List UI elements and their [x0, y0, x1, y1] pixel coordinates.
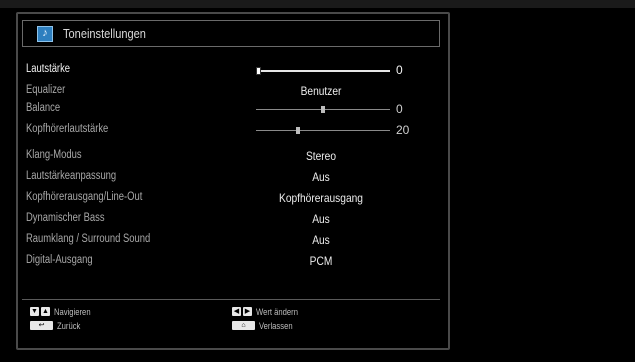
setting-value: PCM — [309, 254, 333, 268]
back-key-icon: ↩ — [30, 321, 53, 330]
hint-exit: ⌂ Verlassen — [232, 320, 299, 331]
setting-value: 20 — [396, 123, 410, 137]
setting-value: Aus — [312, 170, 330, 184]
slider-thumb[interactable] — [256, 67, 261, 75]
setting-row-headphone-volume[interactable]: Kopfhörerlautstärke 20 — [26, 121, 436, 141]
setting-value: 0 — [396, 63, 403, 77]
hint-back: ↩ Zurück — [30, 320, 85, 331]
balance-slider[interactable] — [256, 106, 390, 113]
setting-row-headphone-output[interactable]: Kopfhörerausgang/Line-Out Kopfhörerausga… — [26, 189, 436, 209]
setting-label: Balance — [26, 102, 61, 114]
setting-label: Raumklang / Surround Sound — [26, 233, 151, 245]
setting-value: Kopfhörerausgang — [279, 191, 363, 205]
hint-change-value: ◀ ▶ Wert ändern — [232, 306, 305, 317]
setting-value: Aus — [312, 212, 330, 226]
setting-row-balance[interactable]: Balance 0 — [26, 100, 436, 120]
setting-value: Stereo — [305, 149, 337, 163]
setting-value: Aus — [312, 233, 330, 247]
hint-back-label: Zurück — [57, 320, 81, 331]
hint-navigate-label: Navigieren — [54, 306, 91, 317]
setting-label: Lautstärkeanpassung — [26, 170, 117, 182]
hint-navigate: ▼ ▲ Navigieren — [30, 306, 97, 317]
down-arrow-key-icon: ▼ — [30, 307, 39, 316]
setting-row-sound-mode[interactable]: Klang-Modus Stereo — [26, 147, 436, 167]
home-key-icon: ⌂ — [232, 321, 255, 330]
setting-row-equalizer[interactable]: Equalizer Benutzer — [26, 82, 436, 102]
slider-thumb[interactable] — [321, 106, 325, 113]
setting-value: Benutzer — [300, 84, 342, 98]
volume-slider[interactable] — [256, 67, 390, 75]
setting-label: Lautstärke — [26, 63, 71, 75]
left-arrow-key-icon: ◀ — [232, 307, 241, 316]
setting-label: Kopfhörerlautstärke — [26, 123, 109, 135]
setting-label: Klang-Modus — [26, 149, 82, 161]
menu-title: Toneinstellungen — [63, 26, 146, 41]
setting-row-volume[interactable]: Lautstärke 0 — [26, 61, 436, 81]
tv-bezel — [0, 0, 635, 8]
right-arrow-key-icon: ▶ — [243, 307, 252, 316]
setting-row-digital-output[interactable]: Digital-Ausgang PCM — [26, 252, 436, 272]
setting-label: Dynamischer Bass — [26, 212, 105, 224]
hint-exit-label: Verlassen — [259, 320, 293, 331]
hint-change-value-label: Wert ändern — [256, 306, 298, 317]
slider-thumb[interactable] — [296, 127, 300, 134]
menu-title-bar: ♪ Toneinstellungen — [22, 20, 440, 47]
setting-label: Kopfhörerausgang/Line-Out — [26, 191, 143, 203]
up-arrow-key-icon: ▲ — [41, 307, 50, 316]
setting-row-volume-adjust[interactable]: Lautstärkeanpassung Aus — [26, 168, 436, 188]
headphone-volume-slider[interactable] — [256, 127, 390, 134]
footer-divider — [22, 299, 440, 300]
setting-label: Equalizer — [26, 84, 66, 96]
setting-row-dynamic-bass[interactable]: Dynamischer Bass Aus — [26, 210, 436, 230]
setting-label: Digital-Ausgang — [26, 254, 93, 266]
setting-row-surround-sound[interactable]: Raumklang / Surround Sound Aus — [26, 231, 436, 251]
speaker-settings-icon: ♪ — [37, 25, 53, 42]
setting-value: 0 — [396, 102, 403, 116]
